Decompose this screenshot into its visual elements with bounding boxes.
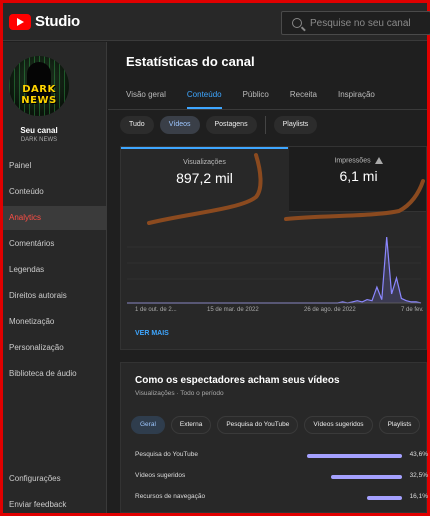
x-tick-label: 15 de mar. de 2022 [207,307,259,313]
hand-drawn-annotation [147,153,425,225]
sidebar-item-painel[interactable]: Painel [3,154,107,178]
row-bar [307,454,402,458]
sidebar-item-legendas[interactable]: Legendas [3,258,107,282]
row-label: Pesquisa do YouTube [135,451,199,458]
top-bar: Studio Pesquise no seu canal [3,3,430,41]
chip-postagens[interactable]: Postagens [205,116,257,134]
traffic-row[interactable]: Pesquisa do YouTube 43,6% [135,449,428,463]
page-title: Estatísticas do canal [126,54,255,69]
row-label: Vídeos sugeridos [135,472,186,479]
chip-playlists[interactable]: Playlists [378,416,421,434]
sidebar-item-biblioteca-audio[interactable]: Biblioteca de áudio [3,362,107,386]
traffic-sources-card: Como os espectadores acham seus vídeos V… [120,362,428,513]
chip-videos-sugeridos[interactable]: Vídeos sugeridos [304,416,373,434]
traffic-row[interactable]: Recursos de navegação 16,1% [135,491,428,505]
search-placeholder: Pesquise no seu canal [310,17,411,29]
row-label: Recursos de navegação [135,493,206,500]
chip-videos[interactable]: Vídeos [159,116,200,134]
chip-divider [264,116,266,134]
tabs-divider [108,109,427,110]
sidebar-item-direitos-autorais[interactable]: Direitos autorais [3,284,107,308]
row-value: 16,1% [409,493,428,500]
main-content: Estatísticas do canal Visão geral Conteú… [108,42,428,513]
row-bar [366,496,402,500]
tab-conteudo[interactable]: Conteúdo [186,90,222,109]
chip-externa[interactable]: Externa [170,416,212,434]
content-filter-chips: Tudo Vídeos Postagens Playlists [120,116,318,134]
tab-inspiracao[interactable]: Inspiração [338,90,375,109]
channel-name: Seu canal [20,126,58,135]
search-input[interactable]: Pesquise no seu canal [281,11,430,35]
search-icon [292,18,302,28]
x-tick-label: 7 de fev. [401,307,424,313]
channel-handle: DARK NEWS [20,137,58,143]
x-tick-label: 26 de ago. de 2022 [304,307,356,313]
row-bar [331,475,402,479]
card-title: Como os espectadores acham seus vídeos [135,375,340,386]
sidebar-item-enviar-feedback[interactable]: Enviar feedback [3,493,107,516]
chip-playlists[interactable]: Playlists [273,116,318,134]
row-value: 32,5% [409,472,428,479]
card-subtitle: Visualizações · Todo o período [135,390,224,397]
studio-logo[interactable]: Studio [9,13,80,30]
tab-receita[interactable]: Receita [290,90,317,109]
row-value: 43,6% [409,451,428,458]
sidebar-item-conteudo[interactable]: Conteúdo [3,180,107,204]
tab-visao-geral[interactable]: Visão geral [126,90,166,109]
sidebar-item-comentarios[interactable]: Comentários [3,232,107,256]
sidebar-item-configuracoes[interactable]: Configurações [3,467,107,491]
traffic-row[interactable]: Vídeos sugeridos 32,5% [135,470,428,484]
avatar-text-top: DARK [22,84,56,95]
youtube-play-icon [9,13,31,30]
channel-avatar[interactable]: DARK NEWS [9,56,69,116]
see-more-link[interactable]: VER MAIS [135,330,169,337]
chip-geral[interactable]: Geral [131,416,165,434]
analytics-tabs: Visão geral Conteúdo Público Receita Ins… [126,90,396,109]
sidebar-item-personalizacao[interactable]: Personalização [3,336,107,360]
avatar-text-bottom: NEWS [21,95,57,106]
logo-text: Studio [35,13,80,30]
sidebar-item-monetizacao[interactable]: Monetização [3,310,107,334]
metrics-chart-card: Visualizações 897,2 mil Impressões 6,1 m… [120,146,427,350]
x-tick-label: 1 de out. de 2... [135,307,177,313]
tab-publico[interactable]: Público [243,90,269,109]
chip-pesquisa-youtube[interactable]: Pesquisa do YouTube [217,416,299,434]
sidebar-item-analytics[interactable]: Analytics [3,206,107,230]
traffic-filter-chips: Geral Externa Pesquisa do YouTube Vídeos… [131,416,421,434]
chip-tudo[interactable]: Tudo [120,116,154,134]
views-line-chart [127,236,422,304]
sidebar: DARK NEWS Seu canal DARK NEWS Painel Con… [3,42,107,513]
